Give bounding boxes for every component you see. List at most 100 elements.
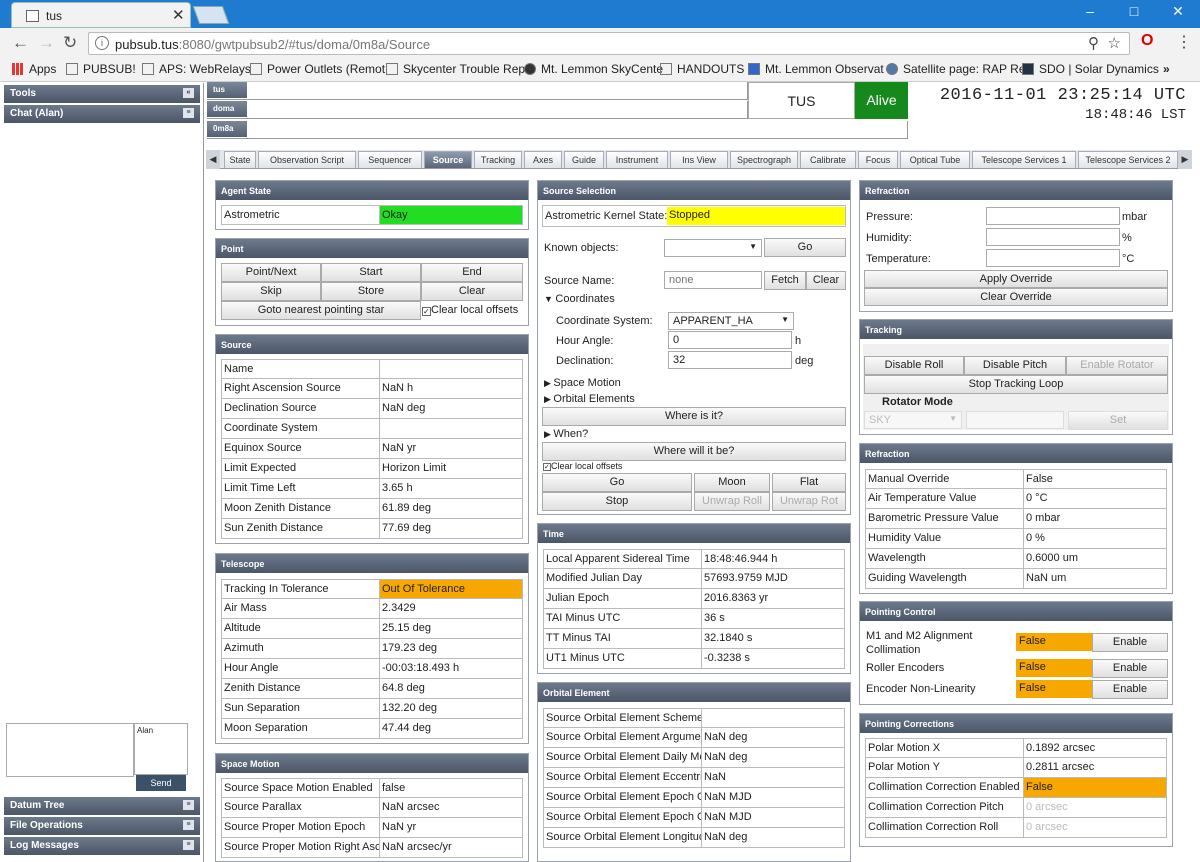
menu-icon[interactable]: ⋮ <box>1176 32 1192 52</box>
disable-roll-button[interactable]: Disable Roll <box>864 356 964 375</box>
address-bar[interactable]: i pubsub.tus:8080/gwtpubsub2/#tus/doma/0… <box>88 32 1130 55</box>
declination-input[interactable] <box>668 351 792 369</box>
known-objects-select[interactable]: ▼ <box>664 239 762 257</box>
disable-pitch-button[interactable]: Disable Pitch <box>964 356 1066 375</box>
bookmark-satellite[interactable]: Satellite page: RAP Re <box>886 62 1026 76</box>
browser-tab[interactable]: tus ✕ <box>11 2 191 28</box>
tab-axes[interactable]: Axes <box>524 151 562 168</box>
clear-name-button[interactable]: Clear <box>806 271 846 290</box>
chat-input[interactable] <box>6 723 134 777</box>
tab-source[interactable]: Source <box>424 151 472 168</box>
source-name-input[interactable] <box>664 271 762 289</box>
tab-guide[interactable]: Guide <box>564 151 604 168</box>
bookmark-skycenter[interactable]: Skycenter Trouble Rep <box>386 62 525 76</box>
file-operations-header[interactable]: File Operations ≡ <box>4 817 200 835</box>
crumb-0m8a[interactable]: 0m8a <box>207 121 247 137</box>
clear-button[interactable]: Clear <box>421 282 523 301</box>
temperature-input[interactable] <box>986 249 1120 267</box>
bookmark-mt-lemmon[interactable]: Mt. Lemmon SkyCente <box>524 62 663 76</box>
checkbox-checked-icon[interactable]: ✓ <box>422 307 431 316</box>
checkbox-checked-icon[interactable]: ✓ <box>543 463 551 471</box>
bookmark-pubsub[interactable]: PUBSUB! <box>66 62 136 76</box>
bookmark-star-icon[interactable]: ☆ <box>1108 34 1121 52</box>
close-window-icon[interactable]: ✕ <box>1156 0 1200 22</box>
space-motion-toggle[interactable]: ▶ Space Motion <box>544 377 621 389</box>
stop-button[interactable]: Stop <box>542 492 692 511</box>
new-tab-button[interactable] <box>192 6 230 24</box>
bookmark-power-outlets[interactable]: Power Outlets (Remot <box>250 62 385 76</box>
coordinates-toggle[interactable]: ▼ Coordinates <box>544 293 615 305</box>
clear-offsets-checkbox[interactable]: ✓Clear local offsets <box>543 461 622 471</box>
send-button[interactable]: Send <box>136 775 186 791</box>
enable-rotator-button[interactable]: Enable Rotator <box>1066 356 1168 375</box>
bookmark-mt-lemmon-observ[interactable]: Mt. Lemmon Observat <box>748 62 884 76</box>
when-toggle[interactable]: ▶ When? <box>544 428 588 440</box>
tab-observation-script[interactable]: Observation Script <box>258 151 356 168</box>
bookmark-webrelays[interactable]: APS: WebRelays <box>142 62 251 76</box>
tab-optical-tube[interactable]: Optical Tube <box>900 151 970 168</box>
rotator-angle-input[interactable] <box>966 411 1064 429</box>
tab-calibrate[interactable]: Calibrate <box>800 151 856 168</box>
panel-icon[interactable]: ≡ <box>183 820 194 830</box>
hour-angle-input[interactable] <box>668 331 792 349</box>
crumb-tus[interactable]: tus <box>207 82 247 98</box>
flat-button[interactable]: Flat <box>772 473 846 492</box>
alignment-enable-button[interactable]: Enable <box>1092 633 1168 652</box>
where-will-it-be-button[interactable]: Where will it be? <box>542 442 846 461</box>
tab-telescope-services-1[interactable]: Telescope Services 1 <box>972 151 1076 168</box>
back-icon[interactable]: ← <box>12 33 29 53</box>
reload-icon[interactable]: ↻ <box>63 33 77 53</box>
tab-state[interactable]: State <box>224 151 256 168</box>
stop-tracking-loop-button[interactable]: Stop Tracking Loop <box>864 375 1168 394</box>
datum-tree-header[interactable]: Datum Tree ≡ <box>4 797 200 815</box>
fetch-button[interactable]: Fetch <box>764 271 806 290</box>
tab-scroll-right-icon[interactable]: ▶ <box>1178 150 1192 169</box>
clear-override-button[interactable]: Clear Override <box>864 288 1168 306</box>
set-button[interactable]: Set <box>1068 411 1168 430</box>
unwrap-rot-button[interactable]: Unwrap Rot <box>772 492 846 511</box>
collapse-icon[interactable]: « <box>183 88 194 98</box>
humidity-input[interactable] <box>986 228 1120 246</box>
minimize-icon[interactable]: – <box>1068 0 1112 22</box>
zoom-icon[interactable]: ⚲ <box>1088 34 1099 52</box>
point-next-button[interactable]: Point/Next <box>221 263 321 282</box>
opera-icon[interactable]: O <box>1141 32 1153 50</box>
log-messages-header[interactable]: Log Messages ≡ <box>4 837 200 855</box>
tab-spectrograph[interactable]: Spectrograph <box>730 151 798 168</box>
tools-header[interactable]: Tools « <box>4 85 200 103</box>
info-icon[interactable]: i <box>95 36 109 50</box>
end-button[interactable]: End <box>421 263 523 282</box>
bookmark-sdo[interactable]: SDO | Solar Dynamics <box>1022 62 1159 76</box>
goto-nearest-star-button[interactable]: Goto nearest pointing star <box>221 301 421 320</box>
tab-focus[interactable]: Focus <box>858 151 898 168</box>
crumb-doma[interactable]: doma <box>207 101 247 117</box>
roller-encoders-enable-button[interactable]: Enable <box>1092 659 1168 678</box>
clear-offsets-checkbox[interactable]: ✓Clear local offsets <box>422 304 518 316</box>
close-tab-icon[interactable]: ✕ <box>172 6 185 24</box>
orbital-elements-toggle[interactable]: ▶ Orbital Elements <box>544 393 635 405</box>
rotator-mode-select[interactable]: SKY ▼ <box>864 411 962 429</box>
tab-telescope-services-2[interactable]: Telescope Services 2 <box>1078 151 1178 168</box>
known-go-button[interactable]: Go <box>764 238 846 257</box>
panel-icon[interactable]: ≡ <box>183 108 194 118</box>
bookmark-handouts[interactable]: HANDOUTS <box>660 62 744 76</box>
apply-override-button[interactable]: Apply Override <box>864 270 1168 288</box>
where-is-it-button[interactable]: Where is it? <box>542 407 846 426</box>
tab-tracking[interactable]: Tracking <box>474 151 522 168</box>
skip-button[interactable]: Skip <box>221 282 321 301</box>
tab-ins-view[interactable]: Ins View <box>670 151 728 168</box>
tab-scroll-left-icon[interactable]: ◀ <box>206 150 220 169</box>
tab-instrument[interactable]: Instrument <box>606 151 668 168</box>
panel-icon[interactable]: ≡ <box>183 840 194 850</box>
forward-icon[interactable]: → <box>38 33 55 53</box>
store-button[interactable]: Store <box>321 282 421 301</box>
bookmark-apps[interactable]: Apps <box>12 62 56 76</box>
unwrap-roll-button[interactable]: Unwrap Roll <box>694 492 770 511</box>
start-button[interactable]: Start <box>321 263 421 282</box>
panel-icon[interactable]: ≡ <box>183 800 194 810</box>
tab-sequencer[interactable]: Sequencer <box>358 151 422 168</box>
pressure-input[interactable] <box>986 207 1120 225</box>
maximize-icon[interactable]: □ <box>1112 0 1156 22</box>
chat-header[interactable]: Chat (Alan) ≡ <box>4 105 200 123</box>
moon-button[interactable]: Moon <box>694 473 770 492</box>
